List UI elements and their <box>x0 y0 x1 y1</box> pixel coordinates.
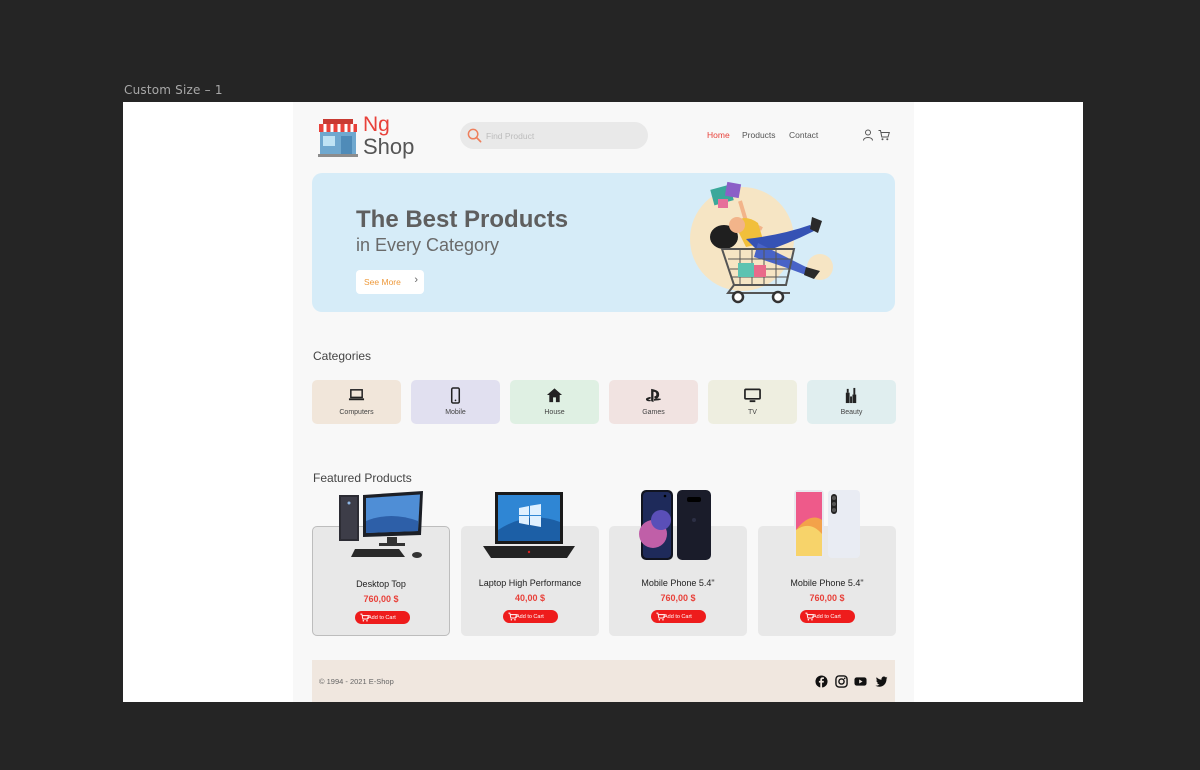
nav-contact[interactable]: Contact <box>789 130 818 140</box>
shopping-cart-illustration <box>690 181 833 304</box>
category-label: TV <box>748 409 757 416</box>
category-label: Computers <box>339 409 374 416</box>
product-card[interactable]: Desktop Top 760,00 $ Add to Cart <box>312 491 450 636</box>
product-name: Mobile Phone 5.4" <box>641 578 715 588</box>
copyright-text: © 1994 - 2021 E-Shop <box>319 677 394 686</box>
footer: © 1994 - 2021 E-Shop <box>312 660 895 702</box>
product-name: Desktop Top <box>356 579 406 589</box>
product-name: Mobile Phone 5.4" <box>790 578 864 588</box>
search-input[interactable] <box>486 128 636 143</box>
add-to-cart-button[interactable]: Add to Cart <box>651 610 706 623</box>
laptop-icon <box>348 389 365 401</box>
cart-icon <box>508 612 517 621</box>
logo-text-ng: Ng <box>363 113 390 136</box>
category-games[interactable]: Games <box>609 380 698 424</box>
nav-products[interactable]: Products <box>742 130 776 140</box>
logo[interactable]: Ng Shop <box>317 114 427 160</box>
product-price: 760,00 $ <box>660 593 696 603</box>
logo-text-shop: Shop <box>363 134 415 159</box>
tv-icon <box>744 388 761 403</box>
mobile-icon <box>450 387 461 404</box>
youtube-icon[interactable] <box>854 675 867 688</box>
twitter-icon[interactable] <box>875 675 888 688</box>
chevron-right-icon: › <box>414 274 418 286</box>
search-bar <box>460 122 648 149</box>
desktop-computer-image <box>339 491 423 558</box>
add-to-cart-button[interactable]: Add to Cart <box>503 610 558 623</box>
add-to-cart-label: Add to Cart <box>516 613 544 620</box>
artboard-label: Custom Size – 1 <box>124 83 223 97</box>
category-computers[interactable]: Computers <box>312 380 401 424</box>
category-beauty[interactable]: Beauty <box>807 380 896 424</box>
add-to-cart-button[interactable]: Add to Cart <box>355 611 410 624</box>
product-price: 40,00 $ <box>514 593 546 603</box>
playstation-icon <box>645 388 662 403</box>
hero-title: The Best Products <box>356 206 569 233</box>
category-tv[interactable]: TV <box>708 380 797 424</box>
phone-dark-image <box>639 490 711 560</box>
laptop-image <box>483 492 575 558</box>
product-card[interactable]: Mobile Phone 5.4" 760,00 $ Add to Cart <box>758 490 896 636</box>
product-card[interactable]: Laptop High Performance 40,00 $ Add to C… <box>461 492 599 636</box>
nav-home[interactable]: Home <box>707 130 730 140</box>
artboard: Ng Shop Home Products Contact The Best P… <box>123 102 1083 702</box>
categories-title: Categories <box>313 349 372 363</box>
category-label: Beauty <box>840 409 863 416</box>
see-more-button[interactable]: See More › <box>356 270 424 294</box>
cart-icon <box>656 612 665 621</box>
add-to-cart-label: Add to Cart <box>813 613 841 620</box>
category-label: Games <box>642 409 665 416</box>
shop-logo-icon <box>318 119 358 157</box>
facebook-icon[interactable] <box>815 675 828 688</box>
see-more-label: See More <box>364 277 401 287</box>
phone-light-image <box>794 490 860 558</box>
home-icon <box>546 388 563 403</box>
instagram-icon[interactable] <box>835 675 848 688</box>
add-to-cart-label: Add to Cart <box>664 613 692 620</box>
product-price: 760,00 $ <box>809 593 845 603</box>
hero-subtitle: in Every Category <box>356 235 500 255</box>
featured-products-title: Featured Products <box>313 471 412 485</box>
user-icon[interactable] <box>862 129 874 141</box>
hero-banner: The Best Products in Every Category See … <box>312 173 895 312</box>
category-house[interactable]: House <box>510 380 599 424</box>
add-to-cart-label: Add to Cart <box>368 614 396 621</box>
cart-icon[interactable] <box>878 129 890 141</box>
category-mobile[interactable]: Mobile <box>411 380 500 424</box>
cart-icon <box>805 612 814 621</box>
product-price: 760,00 $ <box>363 594 399 604</box>
product-name: Laptop High Performance <box>478 578 582 588</box>
add-to-cart-button[interactable]: Add to Cart <box>800 610 855 623</box>
search-icon[interactable] <box>467 128 482 143</box>
shop-page: Ng Shop Home Products Contact The Best P… <box>293 102 914 702</box>
cart-icon <box>360 613 369 622</box>
product-card[interactable]: Mobile Phone 5.4" 760,00 $ Add to Cart <box>609 490 747 636</box>
beauty-icon <box>845 387 857 404</box>
category-label: House <box>544 409 565 416</box>
category-label: Mobile <box>445 409 466 416</box>
